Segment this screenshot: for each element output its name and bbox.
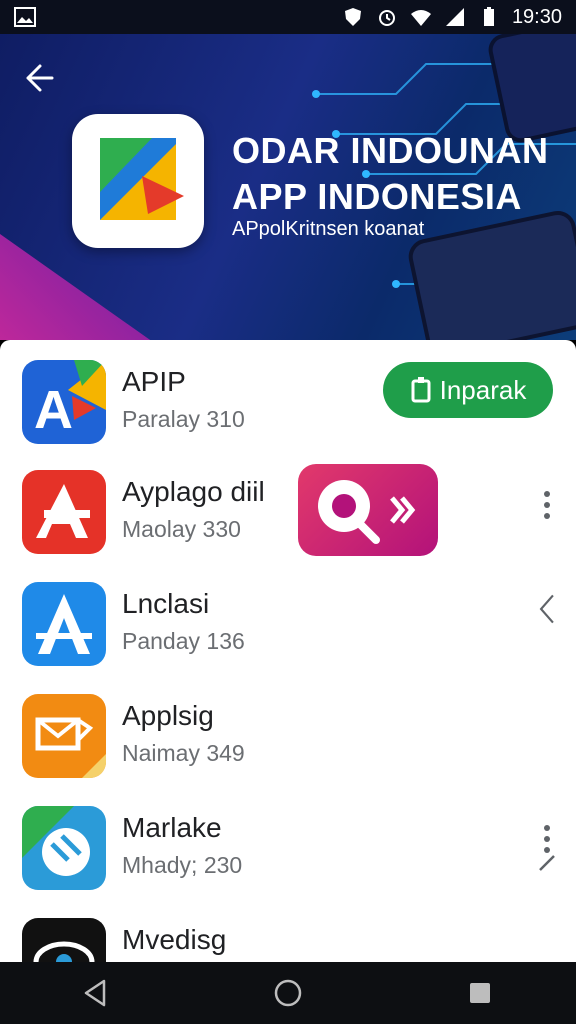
app-icon: A — [22, 360, 106, 444]
app-subtitle: Paralay 310 — [122, 406, 245, 432]
install-button-label: Inparak — [439, 374, 527, 405]
app-name: APIP — [122, 366, 186, 397]
app-subtitle: Mhady; 230 — [122, 852, 243, 878]
app-name: Marlake — [122, 812, 222, 843]
app-subtitle: Maolay 330 — [122, 516, 241, 542]
chevron-left-icon[interactable] — [534, 592, 560, 626]
app-list: A APIP Paralay 310 Inparak Ayplago diil … — [0, 340, 576, 962]
app-icon — [22, 470, 106, 554]
app-name: Mvedisg — [122, 924, 227, 955]
promo-thumbnail[interactable] — [298, 464, 438, 556]
hero-title: ODAR INDOUNAN APP INDONESIA — [232, 128, 549, 220]
app-name: Lnclasi — [122, 588, 210, 619]
status-bar: 19:30 — [0, 0, 576, 34]
status-time: 19:30 — [511, 5, 562, 28]
navigation-bar — [0, 962, 576, 1024]
app-name: Applsig — [122, 700, 214, 731]
back-arrow-icon[interactable] — [18, 58, 58, 98]
app-subtitle: Panday 136 — [122, 628, 245, 654]
gallery-icon — [14, 7, 36, 27]
list-item[interactable]: Marlake Mhady; 230 — [0, 786, 576, 896]
app-name: Ayplago diil — [122, 476, 265, 507]
more-options-icon[interactable] — [534, 822, 560, 872]
app-icon — [22, 582, 106, 666]
app-subtitle: Naimay 349 — [122, 740, 245, 766]
app-icon — [22, 694, 106, 778]
hero-subtitle: APpolKritnsen koanat — [232, 218, 425, 240]
hero-title-line1: ODAR INDOUNAN — [232, 130, 549, 171]
list-item[interactable]: Ayplago diil Maolay 330 — [0, 450, 576, 560]
list-item[interactable]: Applsig Naimay 349 — [0, 674, 576, 784]
app-icon — [22, 806, 106, 890]
battery-icon — [483, 7, 494, 26]
list-item[interactable]: Mvedisg — [0, 898, 576, 962]
list-item[interactable]: A APIP Paralay 310 Inparak — [0, 340, 576, 450]
alarm-icon — [378, 10, 395, 26]
hero-decoration — [0, 234, 170, 340]
hero-app-icon — [72, 114, 204, 248]
shield-icon — [344, 8, 361, 26]
back-triangle-icon[interactable] — [78, 975, 114, 1011]
wifi-icon — [410, 10, 431, 26]
recents-square-icon[interactable] — [462, 975, 498, 1011]
hero-title-line2: APP INDONESIA — [232, 176, 522, 217]
signal-icon — [445, 8, 464, 26]
more-options-icon[interactable] — [534, 488, 560, 522]
svg-text:A: A — [34, 380, 73, 440]
install-button[interactable]: Inparak — [383, 362, 553, 418]
download-icon — [411, 377, 431, 403]
home-circle-icon[interactable] — [270, 975, 306, 1011]
hero-banner: ODAR INDOUNAN APP INDONESIA APpolKritnse… — [0, 34, 576, 340]
app-icon — [22, 918, 106, 962]
list-item[interactable]: Lnclasi Panday 136 — [0, 562, 576, 672]
